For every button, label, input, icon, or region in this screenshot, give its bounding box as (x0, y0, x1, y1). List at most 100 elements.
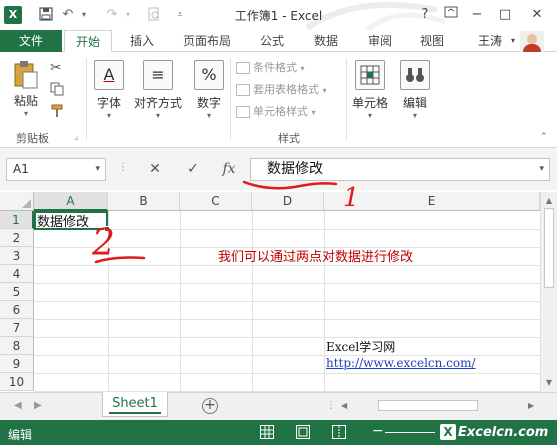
zoom-slider[interactable] (385, 432, 435, 433)
group-divider (86, 58, 87, 140)
name-box[interactable]: A1 ▾ (6, 158, 106, 181)
confirm-entry-button[interactable]: ✓ (178, 158, 208, 181)
vertical-scroll-thumb[interactable] (544, 208, 554, 288)
tab-formulas[interactable]: 公式 (250, 30, 294, 52)
cancel-entry-button[interactable]: ✕ (140, 158, 170, 181)
alignment-label: 对齐方式 (133, 96, 182, 110)
cells-dropdown-icon: ▾ (367, 111, 372, 120)
column-header-a[interactable]: A (34, 192, 108, 211)
user-name[interactable]: 王涛 (478, 30, 502, 52)
watermark-logo-icon: X (440, 424, 456, 440)
tab-home[interactable]: 开始 (64, 30, 112, 53)
font-icon: A (94, 60, 124, 90)
row-header-1[interactable]: 1 (0, 211, 34, 229)
expand-formula-icon[interactable]: ▾ (539, 159, 544, 180)
watermark-text: Excelcn.com (458, 425, 549, 440)
formula-bar-grip-icon[interactable]: ⋮ (118, 162, 128, 173)
clipboard-group-label: 剪贴板 (16, 132, 49, 145)
normal-view-icon[interactable] (260, 425, 274, 439)
add-sheet-button[interactable]: + (202, 398, 218, 414)
gridline (180, 211, 181, 392)
user-dropdown-icon[interactable]: ▾ (507, 30, 519, 52)
alignment-icon: ≡ (143, 60, 173, 90)
paste-label: 粘贴 (13, 94, 38, 108)
zoom-out-button[interactable]: − (372, 423, 384, 439)
minimize-button[interactable]: − (466, 5, 488, 25)
editing-label: 编辑 (402, 96, 427, 110)
format-as-table-button[interactable]: 套用表格格式 ▾ (236, 80, 327, 100)
tab-review[interactable]: 审阅 (358, 30, 402, 52)
column-header-b[interactable]: B (108, 192, 180, 211)
format-painter-icon[interactable] (50, 104, 64, 121)
gridline (34, 319, 540, 320)
horizontal-scroll-thumb[interactable] (378, 400, 478, 411)
name-box-dropdown-icon[interactable]: ▾ (95, 159, 100, 180)
restore-button[interactable]: □ (494, 5, 516, 25)
next-sheet-icon[interactable]: ▶ (34, 400, 42, 411)
page-layout-view-icon[interactable] (296, 425, 310, 439)
cell-styles-button[interactable]: 单元格样式 ▾ (236, 102, 316, 122)
gridline (252, 211, 253, 392)
row-header-5[interactable]: 5 (0, 283, 34, 301)
ribbon-home: 粘贴 ▾ ✂ 剪贴板 ⌟ A 字体 ▾ ≡ 对齐方式 ▾ % 数字 ▾ 条件格式… (0, 52, 557, 148)
cells-button[interactable]: 单元格 ▾ (350, 60, 390, 120)
conditional-formatting-label: 条件格式 (253, 61, 297, 74)
scroll-left-icon[interactable]: ◀ (341, 398, 347, 414)
select-all-button[interactable] (0, 192, 34, 211)
sheet-tab-sheet1[interactable]: Sheet1 (102, 392, 168, 417)
prev-sheet-icon[interactable]: ◀ (14, 400, 22, 411)
tab-split-grip-icon[interactable]: ⋮ (326, 400, 336, 411)
find-binoculars-icon (400, 60, 430, 90)
collapse-ribbon-icon[interactable]: ⌃ (540, 132, 548, 142)
gridline (34, 283, 540, 284)
row-header-6[interactable]: 6 (0, 301, 34, 319)
close-button[interactable]: ✕ (526, 5, 548, 25)
ribbon-tab-bar: 文件 开始 插入 页面布局 公式 数据 审阅 视图 王涛 ▾ (0, 30, 557, 55)
annotation-number-1: 1 (343, 183, 360, 213)
ribbon-display-options-icon[interactable] (440, 5, 462, 25)
status-mode: 编辑 (8, 428, 33, 442)
font-dropdown-icon: ▾ (106, 111, 111, 120)
row-header-9[interactable]: 9 (0, 355, 34, 373)
conditional-formatting-button[interactable]: 条件格式 ▾ (236, 58, 305, 78)
tab-page-layout[interactable]: 页面布局 (176, 30, 238, 52)
group-divider (230, 58, 231, 140)
styles-group-label: 样式 (278, 132, 300, 145)
cells-label: 单元格 (351, 96, 388, 110)
paste-button[interactable]: 粘贴 ▾ (8, 60, 44, 118)
row-header-8[interactable]: 8 (0, 337, 34, 355)
scroll-right-icon[interactable]: ▶ (528, 398, 534, 414)
vertical-scrollbar[interactable]: ▲ ▼ (540, 192, 557, 392)
tab-data[interactable]: 数据 (304, 30, 348, 52)
cell-d8[interactable]: Excel学习网 (326, 338, 395, 355)
copy-icon[interactable] (50, 82, 64, 99)
cut-icon[interactable]: ✂ (50, 60, 62, 76)
avatar-head (527, 34, 537, 44)
cell-styles-icon (236, 106, 250, 118)
row-header-2[interactable]: 2 (0, 229, 34, 247)
font-button[interactable]: A 字体 ▾ (92, 60, 126, 120)
gridline (34, 301, 540, 302)
number-icon: % (194, 60, 224, 90)
horizontal-scrollbar[interactable]: ◀ ▶ (338, 398, 540, 414)
row-header-10[interactable]: 10 (0, 373, 34, 391)
tab-view[interactable]: 视图 (410, 30, 454, 52)
row-header-4[interactable]: 4 (0, 265, 34, 283)
page-break-view-icon[interactable] (332, 425, 346, 439)
clipboard-launcher-icon[interactable]: ⌟ (74, 132, 78, 142)
row-header-3[interactable]: 3 (0, 247, 34, 265)
cell-d9-link[interactable]: http://www.excelcn.com/ (326, 356, 476, 370)
cell-d3-note[interactable]: 我们可以通过两点对数据进行修改 (218, 246, 413, 265)
tab-insert[interactable]: 插入 (118, 30, 166, 52)
number-label: 数字 (196, 96, 221, 110)
tab-file[interactable]: 文件 (0, 30, 62, 52)
editing-dropdown-icon: ▾ (412, 111, 417, 120)
row-header-7[interactable]: 7 (0, 319, 34, 337)
number-button[interactable]: % 数字 ▾ (192, 60, 226, 120)
scroll-down-icon[interactable]: ▼ (541, 376, 557, 390)
scroll-up-icon[interactable]: ▲ (541, 194, 557, 208)
name-box-value: A1 (13, 162, 29, 176)
help-button[interactable]: ? (414, 5, 436, 25)
editing-button[interactable]: 编辑 ▾ (398, 60, 432, 120)
alignment-button[interactable]: ≡ 对齐方式 ▾ (132, 60, 184, 120)
